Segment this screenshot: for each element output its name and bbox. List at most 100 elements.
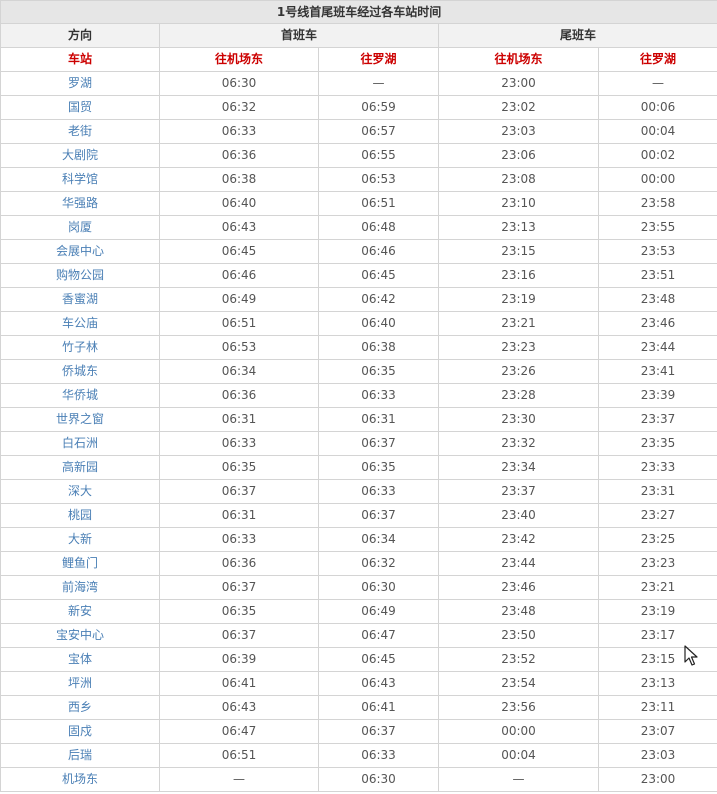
station-cell: 后瑞 bbox=[0, 743, 160, 768]
first-train-to-airport-east-cell: 06:31 bbox=[159, 503, 319, 528]
first-train-to-luohu-cell: 06:45 bbox=[318, 647, 439, 672]
header-direction: 方向 bbox=[0, 23, 160, 48]
last-train-to-airport-east-cell: 00:04 bbox=[438, 743, 599, 768]
table-row: 高新园 06:35 06:35 23:34 23:33 bbox=[0, 455, 717, 480]
table-title: 1号线首尾班车经过各车站时间 bbox=[0, 0, 717, 24]
last-train-to-airport-east-cell: 23:50 bbox=[438, 623, 599, 648]
first-train-to-luohu-cell: — bbox=[318, 71, 439, 96]
first-train-to-airport-east-cell: 06:43 bbox=[159, 215, 319, 240]
mouse-pointer-icon bbox=[684, 645, 698, 666]
first-train-to-airport-east-cell: 06:33 bbox=[159, 119, 319, 144]
table-row: 侨城东 06:34 06:35 23:26 23:41 bbox=[0, 359, 717, 384]
station-cell: 高新园 bbox=[0, 455, 160, 480]
table-row: 岗厦 06:43 06:48 23:13 23:55 bbox=[0, 215, 717, 240]
header-first-train: 首班车 bbox=[159, 23, 439, 48]
first-train-to-airport-east-cell: 06:37 bbox=[159, 623, 319, 648]
table-row: 国贸 06:32 06:59 23:02 00:06 bbox=[0, 95, 717, 120]
first-train-to-luohu-cell: 06:30 bbox=[318, 767, 439, 792]
first-train-to-airport-east-cell: 06:35 bbox=[159, 599, 319, 624]
last-train-to-airport-east-cell: 23:13 bbox=[438, 215, 599, 240]
last-train-to-luohu-cell: 23:39 bbox=[597, 383, 717, 408]
first-train-to-luohu-cell: 06:43 bbox=[318, 671, 439, 696]
first-train-to-airport-east-cell: 06:35 bbox=[159, 455, 319, 480]
header-last-to-luohu: 往罗湖 bbox=[597, 47, 717, 72]
last-train-to-luohu-cell: 23:31 bbox=[597, 479, 717, 504]
station-cell: 前海湾 bbox=[0, 575, 160, 600]
table-row: 老街 06:33 06:57 23:03 00:04 bbox=[0, 119, 717, 144]
first-train-to-luohu-cell: 06:32 bbox=[318, 551, 439, 576]
last-train-to-luohu-cell: 23:41 bbox=[597, 359, 717, 384]
last-train-to-luohu-cell: 23:03 bbox=[597, 743, 717, 768]
first-train-to-airport-east-cell: 06:53 bbox=[159, 335, 319, 360]
last-train-to-airport-east-cell: 00:00 bbox=[438, 719, 599, 744]
header-first-to-airport-east: 往机场东 bbox=[159, 47, 319, 72]
first-train-to-luohu-cell: 06:37 bbox=[318, 431, 439, 456]
first-train-to-luohu-cell: 06:55 bbox=[318, 143, 439, 168]
station-cell: 竹子林 bbox=[0, 335, 160, 360]
last-train-to-airport-east-cell: 23:19 bbox=[438, 287, 599, 312]
last-train-to-airport-east-cell: 23:37 bbox=[438, 479, 599, 504]
last-train-to-airport-east-cell: 23:42 bbox=[438, 527, 599, 552]
first-train-to-luohu-cell: 06:45 bbox=[318, 263, 439, 288]
first-train-to-luohu-cell: 06:37 bbox=[318, 503, 439, 528]
header-last-train: 尾班车 bbox=[437, 23, 717, 48]
station-cell: 固戍 bbox=[0, 719, 160, 744]
station-cell: 购物公园 bbox=[0, 263, 160, 288]
station-cell: 老街 bbox=[0, 119, 160, 144]
station-cell: 科学馆 bbox=[0, 167, 160, 192]
first-train-to-luohu-cell: 06:42 bbox=[318, 287, 439, 312]
first-train-to-airport-east-cell: 06:47 bbox=[159, 719, 319, 744]
last-train-to-luohu-cell: 23:55 bbox=[597, 215, 717, 240]
table-row: 鲤鱼门 06:36 06:32 23:44 23:23 bbox=[0, 551, 717, 576]
first-train-to-airport-east-cell: 06:37 bbox=[159, 575, 319, 600]
station-cell: 宝体 bbox=[0, 647, 160, 672]
first-train-to-airport-east-cell: 06:30 bbox=[159, 71, 319, 96]
last-train-to-airport-east-cell: 23:00 bbox=[438, 71, 599, 96]
table-row: 宝安中心 06:37 06:47 23:50 23:17 bbox=[0, 623, 717, 648]
last-train-to-luohu-cell: 00:04 bbox=[597, 119, 717, 144]
table-row: 华强路 06:40 06:51 23:10 23:58 bbox=[0, 191, 717, 216]
last-train-to-airport-east-cell: 23:15 bbox=[438, 239, 599, 264]
station-cell: 坪洲 bbox=[0, 671, 160, 696]
station-cell: 华强路 bbox=[0, 191, 160, 216]
first-train-to-luohu-cell: 06:41 bbox=[318, 695, 439, 720]
last-train-to-airport-east-cell: 23:52 bbox=[438, 647, 599, 672]
first-train-to-luohu-cell: 06:40 bbox=[318, 311, 439, 336]
first-train-to-airport-east-cell: 06:41 bbox=[159, 671, 319, 696]
first-train-to-luohu-cell: 06:33 bbox=[318, 743, 439, 768]
first-train-to-airport-east-cell: 06:45 bbox=[159, 239, 319, 264]
station-cell: 桃园 bbox=[0, 503, 160, 528]
table-row: 后瑞 06:51 06:33 00:04 23:03 bbox=[0, 743, 717, 768]
first-train-to-luohu-cell: 06:35 bbox=[318, 359, 439, 384]
table-row: 前海湾 06:37 06:30 23:46 23:21 bbox=[0, 575, 717, 600]
first-train-to-airport-east-cell: 06:34 bbox=[159, 359, 319, 384]
station-cell: 西乡 bbox=[0, 695, 160, 720]
table-row: 购物公园 06:46 06:45 23:16 23:51 bbox=[0, 263, 717, 288]
first-train-to-luohu-cell: 06:33 bbox=[318, 383, 439, 408]
first-train-to-airport-east-cell: 06:38 bbox=[159, 167, 319, 192]
first-train-to-airport-east-cell: 06:51 bbox=[159, 743, 319, 768]
station-cell: 世界之窗 bbox=[0, 407, 160, 432]
last-train-to-airport-east-cell: 23:28 bbox=[438, 383, 599, 408]
first-train-to-luohu-cell: 06:49 bbox=[318, 599, 439, 624]
last-train-to-airport-east-cell: 23:46 bbox=[438, 575, 599, 600]
schedule-rows: 罗湖 06:30—23:00— 国贸 06:32 06:59 23:02 00:06 老街 06… bbox=[0, 71, 717, 792]
station-cell: 鲤鱼门 bbox=[0, 551, 160, 576]
first-train-to-airport-east-cell: — bbox=[159, 767, 319, 792]
first-train-to-luohu-cell: 06:47 bbox=[318, 623, 439, 648]
first-train-to-luohu-cell: 06:30 bbox=[318, 575, 439, 600]
station-cell: 大剧院 bbox=[0, 143, 160, 168]
station-cell: 深大 bbox=[0, 479, 160, 504]
header-station: 车站 bbox=[0, 47, 160, 72]
last-train-to-airport-east-cell: 23:06 bbox=[438, 143, 599, 168]
last-train-to-airport-east-cell: 23:48 bbox=[438, 599, 599, 624]
station-cell: 白石洲 bbox=[0, 431, 160, 456]
header-first-to-luohu: 往罗湖 bbox=[318, 47, 439, 72]
last-train-to-luohu-cell: 00:06 bbox=[597, 95, 717, 120]
station-cell: 侨城东 bbox=[0, 359, 160, 384]
first-train-to-luohu-cell: 06:53 bbox=[318, 167, 439, 192]
first-train-to-airport-east-cell: 06:36 bbox=[159, 383, 319, 408]
last-train-to-luohu-cell: 23:00 bbox=[597, 767, 717, 792]
first-train-to-airport-east-cell: 06:51 bbox=[159, 311, 319, 336]
table-row: 桃园 06:31 06:37 23:40 23:27 bbox=[0, 503, 717, 528]
